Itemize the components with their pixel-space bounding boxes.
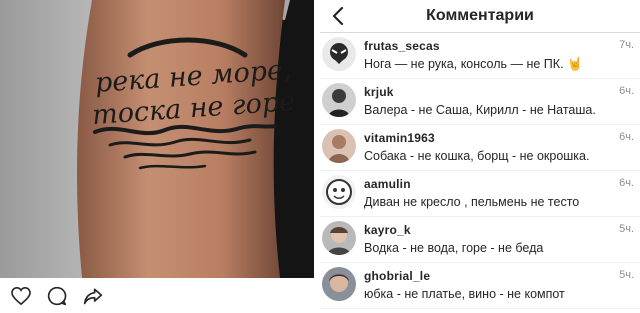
comment-text: Валера - не Саша, Кирилл - не Наташа.	[364, 103, 596, 117]
comment-icon[interactable]	[46, 285, 68, 307]
comment-item[interactable]: kayro_k Водка - не вода, горе - не беда …	[320, 217, 640, 263]
comment-username[interactable]: frutas_secas	[364, 39, 440, 53]
comment-username[interactable]: krjuk	[364, 85, 394, 99]
post-panel: река не море, тоска не горе	[0, 0, 314, 313]
comment-text-body: Нога — не рука, консоль — не ПК.	[364, 57, 564, 71]
back-button[interactable]	[326, 4, 350, 28]
comment-username[interactable]: ghobrial_le	[364, 269, 430, 283]
comment-username[interactable]: kayro_k	[364, 223, 411, 237]
comment-username[interactable]: aamulin	[364, 177, 411, 191]
avatar[interactable]	[322, 175, 356, 209]
comment-text: юбка - не платье, вино - не компот	[364, 287, 565, 301]
avatar[interactable]	[322, 221, 356, 255]
avatar[interactable]	[322, 267, 356, 301]
comment-timestamp: 5ч.	[619, 223, 634, 235]
tattoo-arm-image: река не море, тоска не горе	[0, 0, 314, 278]
comment-text: Диван не кресло , пельмень не тесто	[364, 195, 580, 209]
avatar[interactable]	[322, 129, 356, 163]
comment-timestamp: 5ч.	[619, 269, 634, 281]
rock-hand-emoji: 🤘	[567, 57, 583, 71]
comment-item[interactable]: ghobrial_le юбка - не платье, вино - не …	[320, 263, 640, 309]
comment-text: Водка - не вода, горе - не беда	[364, 241, 544, 255]
post-actions-bar	[0, 278, 314, 313]
avatar[interactable]	[322, 83, 356, 117]
post-photo: река не море, тоска не горе	[0, 0, 314, 278]
comment-timestamp: 6ч.	[619, 131, 634, 143]
comment-timestamp: 6ч.	[619, 85, 634, 97]
comment-item[interactable]: krjuk Валера - не Саша, Кирилл - не Ната…	[320, 79, 640, 125]
comment-item[interactable]: frutas_secas Нога — не рука, консоль — н…	[320, 33, 640, 79]
heart-icon[interactable]	[10, 285, 32, 307]
comment-timestamp: 7ч.	[619, 39, 634, 51]
comment-text: Нога — не рука, консоль — не ПК. 🤘	[364, 57, 583, 72]
comment-item[interactable]: vitamin1963 Собака - не кошка, борщ - не…	[320, 125, 640, 171]
comments-panel: Комментарии frutas_secas Нога — не рука,…	[320, 0, 640, 313]
share-icon[interactable]	[82, 285, 104, 307]
comment-timestamp: 6ч.	[619, 177, 634, 189]
page-title: Комментарии	[426, 7, 534, 24]
comment-username[interactable]: vitamin1963	[364, 131, 435, 145]
avatar[interactable]	[322, 37, 356, 71]
comment-item[interactable]: aamulin Диван не кресло , пельмень не те…	[320, 171, 640, 217]
comment-text: Собака - не кошка, борщ - не окрошка.	[364, 149, 590, 163]
chevron-left-icon	[332, 7, 344, 25]
comments-header: Комментарии	[320, 0, 640, 33]
